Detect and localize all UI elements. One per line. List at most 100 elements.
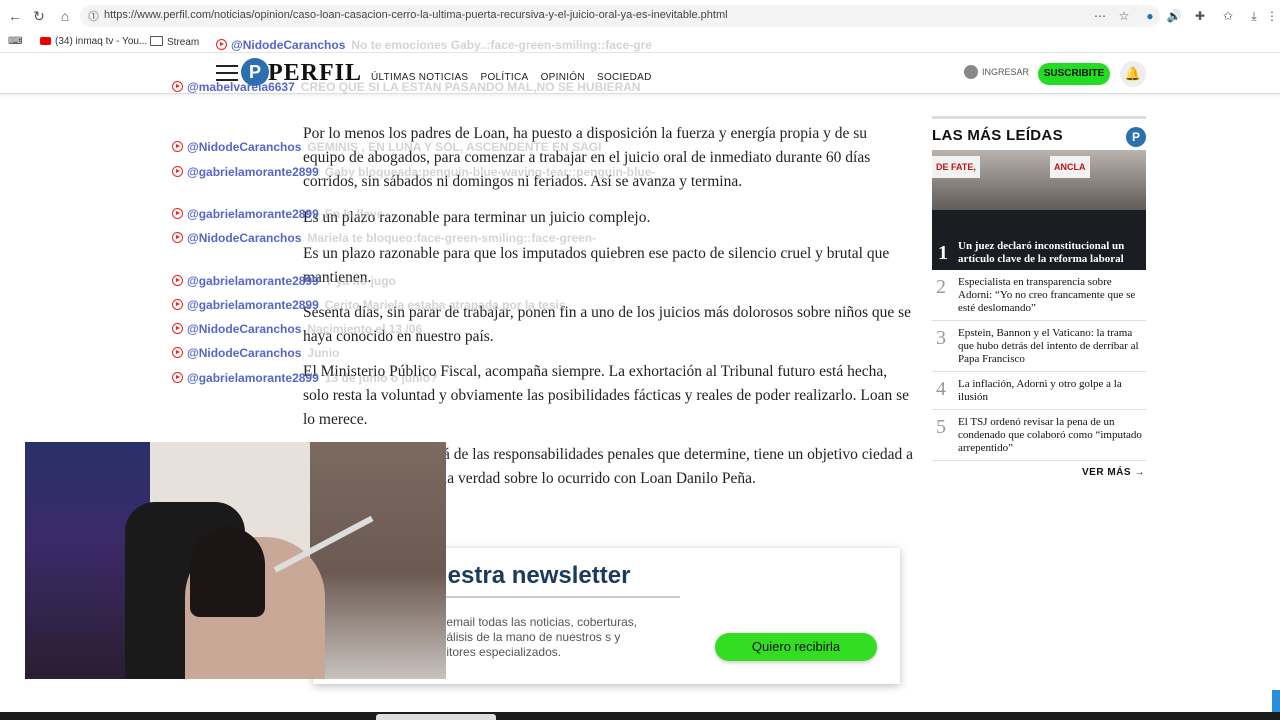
- chat-text: Cerito Mariela estaba atrapada por la te…: [324, 298, 566, 312]
- youtube-icon: [172, 347, 183, 358]
- chat-text: GEMINIS , EN LUNA Y SOL, ASCENDENTE EN S…: [307, 140, 602, 154]
- youtube-icon: [172, 372, 183, 383]
- taskbar-app[interactable]: [376, 714, 496, 720]
- item-number: 4: [936, 378, 946, 400]
- chat-text: Gaby bloqueada:penguin-blue-waving-tear:…: [324, 165, 656, 179]
- most-read-sidebar: LAS MÁS LEÍDAS P DE FATE, ANCLA 1 Un jue…: [932, 116, 1146, 461]
- login-button[interactable]: INGRESAR: [964, 65, 1029, 79]
- youtube-icon: [172, 323, 183, 334]
- site-info-icon[interactable]: ⓵: [88, 8, 99, 24]
- item-title[interactable]: Especialista en transparencia sobre Ador…: [958, 276, 1146, 315]
- item-number: 2: [936, 276, 946, 298]
- chat-message: @NidodeCaranchos Mariela te bloqueo:face-…: [172, 231, 596, 245]
- chat-text: 13 de junio o junio?: [324, 371, 438, 385]
- item-title[interactable]: La inflación, Adorni y otro golpe a la i…: [958, 378, 1146, 404]
- user-icon: [964, 65, 978, 79]
- chat-text: Y ya no jugo: [324, 274, 396, 288]
- most-read-feature[interactable]: DE FATE, ANCLA 1 Un juez declaró inconst…: [932, 150, 1146, 270]
- chat-text: No te emociones Gaby..:face-green-smilin…: [351, 38, 652, 52]
- item-title[interactable]: El TSJ ordenó revisar la pena de un cond…: [958, 416, 1146, 455]
- youtube-icon: [172, 141, 183, 152]
- speaker-icon[interactable]: 🔊: [1166, 8, 1182, 24]
- newsletter-divider: [433, 596, 680, 598]
- feature-title[interactable]: Un juez declaró inconstitucional un artí…: [958, 240, 1142, 266]
- youtube-icon: [40, 37, 51, 45]
- webcam-overlay: [25, 442, 446, 679]
- chat-text: Nacimiento el 13 /06: [307, 322, 423, 336]
- download-icon[interactable]: ⤓: [1246, 8, 1262, 24]
- webcam-wall: [310, 442, 446, 679]
- back-icon[interactable]: ←: [6, 7, 24, 25]
- see-more-label: VER MÁS: [1082, 467, 1132, 478]
- most-read-item[interactable]: 4 La inflación, Adorni y otro golpe a la …: [932, 372, 1146, 410]
- chat-user: @NidodeCaranchos: [187, 231, 302, 245]
- newsletter-subscribe-button[interactable]: Quiero recibirla: [715, 633, 877, 661]
- chat-message: @gabrielamorante2899 Y ya no jugo: [172, 274, 396, 288]
- youtube-icon: [172, 299, 183, 310]
- arrow-right-icon: →: [1134, 467, 1145, 478]
- chat-user: @NidodeCaranchos: [187, 346, 302, 360]
- chat-user: @gabrielamorante2899: [187, 298, 319, 312]
- bookmark-youtube[interactable]: (34) inmaq tv - You...: [40, 36, 147, 47]
- most-read-item[interactable]: 3 Epstein, Bannon y el Vaticano: la trama…: [932, 321, 1146, 372]
- subscribe-button[interactable]: SUSCRIBITE: [1038, 63, 1110, 85]
- most-read-item[interactable]: 5 El TSJ ordenó revisar la pena de un con…: [932, 410, 1146, 461]
- chat-message: @gabrielamorante2899 13 de junio o junio?: [172, 371, 437, 385]
- folder-icon: [150, 36, 163, 46]
- chat-message: @gabrielamorante2899 Cerito Mariela estab…: [172, 298, 566, 312]
- bookmarks-menu-icon[interactable]: ⌨: [8, 36, 22, 47]
- youtube-icon: [172, 208, 183, 219]
- newsletter-description: tu email todas las noticias, coberturas,…: [433, 615, 638, 659]
- chat-message: @NidodeCaranchos Nacimiento el 13 /06: [172, 322, 422, 336]
- item-title[interactable]: Epstein, Bannon y el Vaticano: la trama …: [958, 327, 1146, 366]
- chat-user: @gabrielamorante2899: [187, 274, 319, 288]
- puzzle-icon[interactable]: ✚: [1192, 8, 1208, 24]
- chat-user: @gabrielamorante2899: [187, 371, 319, 385]
- star-icon[interactable]: ☆: [1116, 8, 1132, 24]
- youtube-icon: [172, 275, 183, 286]
- chat-text: Junio: [307, 346, 340, 360]
- youtube-icon: [172, 166, 183, 177]
- taskbar: [0, 712, 1280, 720]
- address-url[interactable]: https://www.perfil.com/noticias/opinion/…: [104, 9, 728, 21]
- chat-message: @NidodeCaranchos GEMINIS , EN LUNA Y SOL,…: [172, 140, 601, 154]
- chat-message: @gabrielamorante2899 En la llave: [172, 207, 383, 221]
- live-chat-overlay: @NidodeCaranchos No te emociones Gaby..:f…: [172, 36, 692, 402]
- chat-message: @NidodeCaranchos Junio: [172, 346, 339, 360]
- login-label: INGRESAR: [982, 67, 1030, 77]
- address-bar[interactable]: ⓵ https://www.perfil.com/noticias/opinio…: [80, 5, 1160, 27]
- feature-number: 1: [938, 242, 948, 264]
- favorites-icon[interactable]: ✩: [1220, 8, 1236, 24]
- scrollbar-indicator[interactable]: [1272, 690, 1280, 712]
- feature-banner: ANCLA: [1050, 156, 1090, 178]
- menu-icon[interactable]: ⋮: [1264, 8, 1280, 24]
- item-number: 3: [936, 327, 946, 349]
- youtube-icon: [216, 39, 227, 50]
- chat-user: @NidodeCaranchos: [187, 322, 302, 336]
- chat-text: CREO QUE SI LA ESTAN PASANDO MAL,NO SE H…: [300, 80, 641, 94]
- chat-message: @gabrielamorante2899 Gaby bloqueada:pengu…: [172, 165, 655, 179]
- extension-icon[interactable]: ●: [1142, 8, 1158, 24]
- bell-icon[interactable]: 🔔: [1120, 61, 1146, 87]
- browser-toolbar: ← ↻ ⌂ ⓵ https://www.perfil.com/noticias/…: [0, 0, 1280, 33]
- see-more-link[interactable]: VER MÁS →: [1082, 467, 1145, 478]
- newsletter-title: uestra newsletter: [433, 562, 631, 589]
- webcam-person-hair: [190, 527, 265, 617]
- feature-banner: DE FATE,: [932, 156, 980, 178]
- reload-icon[interactable]: ↻: [30, 7, 48, 25]
- youtube-icon: [172, 232, 183, 243]
- most-read-item[interactable]: 2 Especialista en transparencia sobre Ado…: [932, 270, 1146, 321]
- perfil-badge-icon: P: [1126, 127, 1146, 147]
- chat-text: Mariela te bloqueo:face-green-smiling::f…: [307, 231, 597, 245]
- chat-text: En la llave: [324, 207, 384, 221]
- more-icon[interactable]: ⋯: [1092, 8, 1108, 24]
- bookmark-label: (34) inmaq tv - You...: [55, 36, 148, 47]
- chat-user: @gabrielamorante2899: [187, 207, 319, 221]
- chat-user: @NidodeCaranchos: [231, 38, 346, 52]
- chat-user: @gabrielamorante2899: [187, 165, 319, 179]
- home-icon[interactable]: ⌂: [56, 7, 74, 25]
- chat-message: @mabelvarela6637 CREO QUE SI LA ESTAN PAS…: [172, 80, 641, 94]
- most-read-title: LAS MÁS LEÍDAS: [932, 127, 1063, 144]
- chat-message: @NidodeCaranchos No te emociones Gaby..:f…: [216, 38, 652, 52]
- chat-user: @mabelvarela6637: [187, 80, 295, 94]
